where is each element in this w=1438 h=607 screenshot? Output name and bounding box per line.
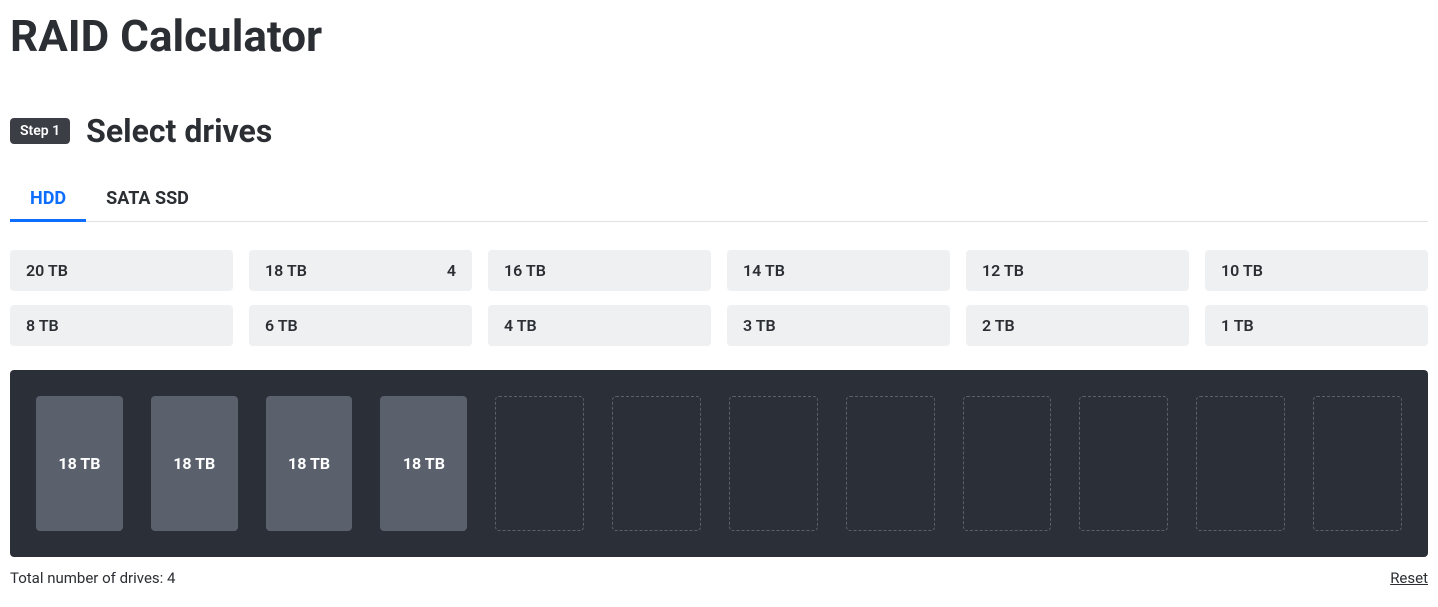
capacity-1tb[interactable]: 1 TB bbox=[1205, 305, 1428, 346]
capacity-label: 3 TB bbox=[743, 316, 776, 335]
capacity-16tb[interactable]: 16 TB bbox=[488, 250, 711, 291]
tab-hdd[interactable]: HDD bbox=[10, 178, 86, 221]
capacity-2tb[interactable]: 2 TB bbox=[966, 305, 1189, 346]
drive-bay-1[interactable]: 18 TB bbox=[36, 396, 123, 531]
total-drives-text: Total number of drives: 4 bbox=[10, 569, 175, 587]
drive-bay-9[interactable] bbox=[963, 396, 1052, 531]
drive-bay-11[interactable] bbox=[1196, 396, 1285, 531]
drive-type-tabs: HDD SATA SSD bbox=[10, 178, 1428, 222]
capacity-label: 4 TB bbox=[504, 316, 537, 335]
step-title: Select drives bbox=[86, 112, 272, 150]
capacity-14tb[interactable]: 14 TB bbox=[727, 250, 950, 291]
capacity-20tb[interactable]: 20 TB bbox=[10, 250, 233, 291]
total-drives-value: 4 bbox=[167, 569, 175, 587]
capacity-10tb[interactable]: 10 TB bbox=[1205, 250, 1428, 291]
capacity-label: 12 TB bbox=[982, 261, 1024, 280]
tab-sata-ssd[interactable]: SATA SSD bbox=[86, 178, 209, 221]
capacity-grid: 20 TB 18 TB 4 16 TB 14 TB 12 TB 10 TB 8 … bbox=[10, 250, 1428, 346]
drive-bay-panel: 18 TB 18 TB 18 TB 18 TB bbox=[10, 370, 1428, 557]
capacity-3tb[interactable]: 3 TB bbox=[727, 305, 950, 346]
capacity-6tb[interactable]: 6 TB bbox=[249, 305, 472, 346]
capacity-label: 6 TB bbox=[265, 316, 298, 335]
drive-bay-8[interactable] bbox=[846, 396, 935, 531]
drive-bay-7[interactable] bbox=[729, 396, 818, 531]
capacity-label: 14 TB bbox=[743, 261, 785, 280]
footer-row: Total number of drives: 4 Reset bbox=[10, 569, 1428, 587]
total-drives-label: Total number of drives: bbox=[10, 569, 167, 587]
step-badge: Step 1 bbox=[10, 118, 70, 144]
drive-bay-5[interactable] bbox=[495, 396, 584, 531]
capacity-8tb[interactable]: 8 TB bbox=[10, 305, 233, 346]
capacity-label: 18 TB bbox=[265, 261, 307, 280]
drive-bay-10[interactable] bbox=[1079, 396, 1168, 531]
drive-bay-4[interactable]: 18 TB bbox=[380, 396, 467, 531]
capacity-label: 20 TB bbox=[26, 261, 68, 280]
capacity-label: 16 TB bbox=[504, 261, 546, 280]
drive-bay-12[interactable] bbox=[1313, 396, 1402, 531]
drive-bay-6[interactable] bbox=[612, 396, 701, 531]
capacity-label: 1 TB bbox=[1221, 316, 1254, 335]
step-header: Step 1 Select drives bbox=[10, 112, 1428, 150]
drive-bay-2[interactable]: 18 TB bbox=[151, 396, 238, 531]
capacity-label: 8 TB bbox=[26, 316, 59, 335]
capacity-18tb[interactable]: 18 TB 4 bbox=[249, 250, 472, 291]
page-title: RAID Calculator bbox=[10, 10, 1428, 62]
drive-bay-3[interactable]: 18 TB bbox=[266, 396, 353, 531]
capacity-count: 4 bbox=[447, 261, 456, 280]
capacity-12tb[interactable]: 12 TB bbox=[966, 250, 1189, 291]
capacity-label: 2 TB bbox=[982, 316, 1015, 335]
capacity-label: 10 TB bbox=[1221, 261, 1263, 280]
reset-link[interactable]: Reset bbox=[1390, 569, 1428, 587]
capacity-4tb[interactable]: 4 TB bbox=[488, 305, 711, 346]
